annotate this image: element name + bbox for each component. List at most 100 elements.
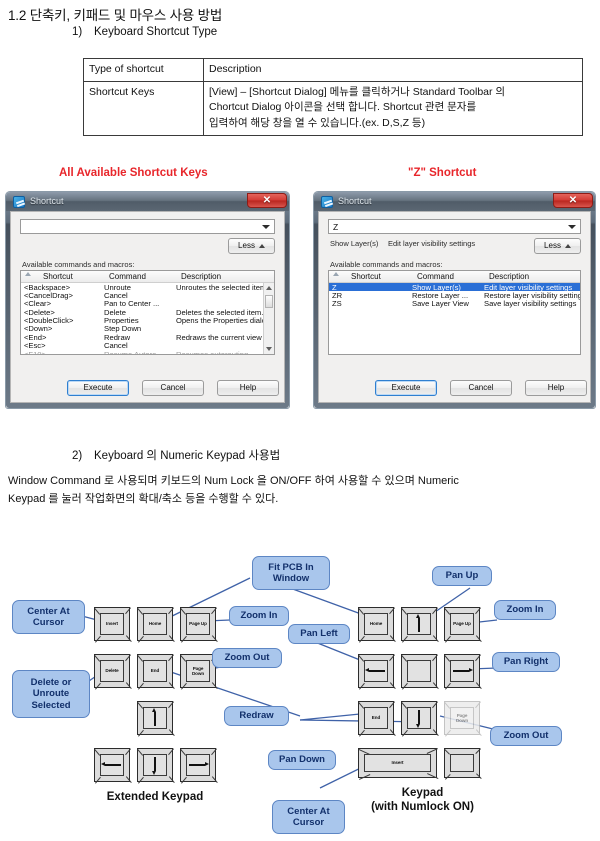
key-arrow-down-numlock[interactable] [401,701,439,737]
key-label: Page Up [453,621,471,627]
chevron-down-icon[interactable] [262,225,270,229]
commands-listview[interactable]: Shortcut Command Description <Backspace>… [20,270,275,355]
table-row[interactable]: <F10> Resume Autoro... Resumes autorouting [21,349,274,355]
listview-header[interactable]: Shortcut Command Description [329,271,580,283]
key-arrow-up-numlock[interactable] [401,607,439,643]
scroll-up-icon[interactable] [266,286,272,290]
shortcut-type-table: Type of shortcut Description Shortcut Ke… [83,57,583,136]
hint-row: Show Layer(s) Edit layer visibility setti… [330,239,475,248]
key-home[interactable]: Home [137,607,175,643]
key-label: Page Down [455,712,469,723]
arrow-right-icon [187,755,210,774]
key-delete[interactable]: Delete [94,654,132,690]
combo-value: Z [333,222,339,232]
key-label: Insert [106,621,118,627]
section-1-number: 1) [72,26,83,38]
key-arrow-left-numlock[interactable] [358,654,396,690]
section-2-heading: 2) Keyboard 의 Numeric Keypad 사용법 [72,447,280,463]
close-icon[interactable]: ✕ [553,193,593,208]
callout-zoom-in-numlock: Zoom In [494,600,556,620]
less-button[interactable]: Less [228,238,275,254]
key-end[interactable]: End [137,654,175,690]
less-button[interactable]: Less [534,238,581,254]
key-page-down[interactable]: Page Down [180,654,218,690]
paragraph-line: Keypad 를 눌러 작업화면의 확대/축소 등을 수행할 수 있다. [8,493,279,506]
help-button[interactable]: Help [217,380,279,396]
cell-command: Resume Autoro... [104,349,163,355]
page-title: 1.2 단축키, 키패드 및 마우스 사용 방법 [8,8,223,23]
column-header-shortcut[interactable]: Shortcut [43,272,73,281]
available-commands-label: Available commands and macros: [22,260,135,269]
callout-fit-pcb-in-window: Fit PCB In Window [252,556,330,590]
titlebar[interactable]: Shortcut ✕ [6,192,289,211]
column-header-description[interactable]: Description [181,272,221,281]
cell-description: Opens the Properties dialo... [176,316,273,326]
table-row[interactable]: ZS Save Layer View Save layer visibility s… [329,299,580,308]
table-header-description: Description [203,57,583,83]
execute-button[interactable]: Execute [375,380,437,396]
listview-rows: <Backspace> Unroute Unroutes the selected … [21,283,274,355]
arrow-up-icon [408,614,431,633]
key-center-numlock[interactable] [401,654,439,690]
titlebar[interactable]: Shortcut ✕ [314,192,595,211]
key-arrow-down[interactable] [137,748,175,784]
key-label: End [150,668,160,674]
table-cell-description: [View] – [Shortcut Dialog] 메뉴를 클릭하거나 Sta… [203,81,583,136]
section-2-title: Keyboard 의 Numeric Keypad 사용법 [94,450,281,462]
key-label: Insert [391,760,404,766]
table-row[interactable]: <DoubleClick> Properties Opens the Propert… [21,316,274,326]
commands-listview[interactable]: Shortcut Command Description Z Show Layer… [328,270,581,355]
cancel-button[interactable]: Cancel [142,380,204,396]
key-page-up-numlock[interactable]: Page Up [444,607,482,643]
help-button[interactable]: Help [525,380,587,396]
shortcut-dialog-all[interactable]: Shortcut ✕ Less Available commands and m… [5,191,290,409]
cell-description: Redraws the current view [176,332,262,342]
cancel-button[interactable]: Cancel [450,380,512,396]
key-home-numlock[interactable]: Home [358,607,396,643]
sort-arrow-icon [25,272,31,276]
arrow-left-icon [100,755,124,774]
column-header-description[interactable]: Description [489,272,529,281]
scroll-down-icon[interactable] [266,347,272,351]
table-row[interactable]: <End> Redraw Redraws the current view [21,332,274,342]
shortcut-dialog-z[interactable]: Shortcut ✕ Z Show Layer(s) Edit layer vis… [313,191,596,409]
hint-row [22,239,80,248]
key-page-down-numlock[interactable]: Page Down [444,701,482,737]
arrow-down-icon [144,755,167,775]
key-insert[interactable]: Insert [94,607,132,643]
key-delete-numlock[interactable] [444,748,482,780]
section-2-number: 2) [72,450,83,462]
execute-button[interactable]: Execute [67,380,129,396]
key-arrow-left[interactable] [94,748,132,784]
caption-all-shortcut-keys: All Available Shortcut Keys [59,167,208,179]
dialog-button-bar: Execute Cancel Help [319,380,590,396]
callout-pan-left: Pan Left [288,624,350,644]
key-page-up[interactable]: Page Up [180,607,218,643]
sort-arrow-icon [333,272,339,276]
key-arrow-right-numlock[interactable] [444,654,482,690]
table-header-type: Type of shortcut [83,57,204,83]
chevron-up-icon [258,243,265,248]
chevron-down-icon[interactable] [568,225,576,229]
key-insert-numlock[interactable]: Insert [358,748,439,780]
listview-header[interactable]: Shortcut Command Description [21,271,274,283]
callout-zoom-out-extended: Zoom Out [212,648,282,668]
key-label: Home [369,621,383,627]
key-end-numlock[interactable]: End [358,701,396,737]
keypad-diagram: Insert Home Page Up Delete End Page Down… [0,548,600,841]
listview-scrollbar[interactable] [263,283,274,354]
chevron-up-icon [564,243,571,248]
key-arrow-right[interactable] [180,748,218,784]
scrollbar-thumb[interactable] [265,295,273,308]
less-button-label: Less [544,241,561,250]
column-header-command[interactable]: Command [109,272,146,281]
section-1-heading: 1) Keyboard Shortcut Type [72,26,217,38]
key-label: Delete [105,668,119,674]
close-icon[interactable]: ✕ [247,193,287,208]
key-arrow-up[interactable] [137,701,175,737]
dialog-body: Z Show Layer(s) Edit layer visibility set… [318,211,591,403]
shortcut-combo-input[interactable]: Z [328,219,581,234]
shortcut-combo-input[interactable] [20,219,275,234]
column-header-command[interactable]: Command [417,272,454,281]
column-header-shortcut[interactable]: Shortcut [351,272,381,281]
